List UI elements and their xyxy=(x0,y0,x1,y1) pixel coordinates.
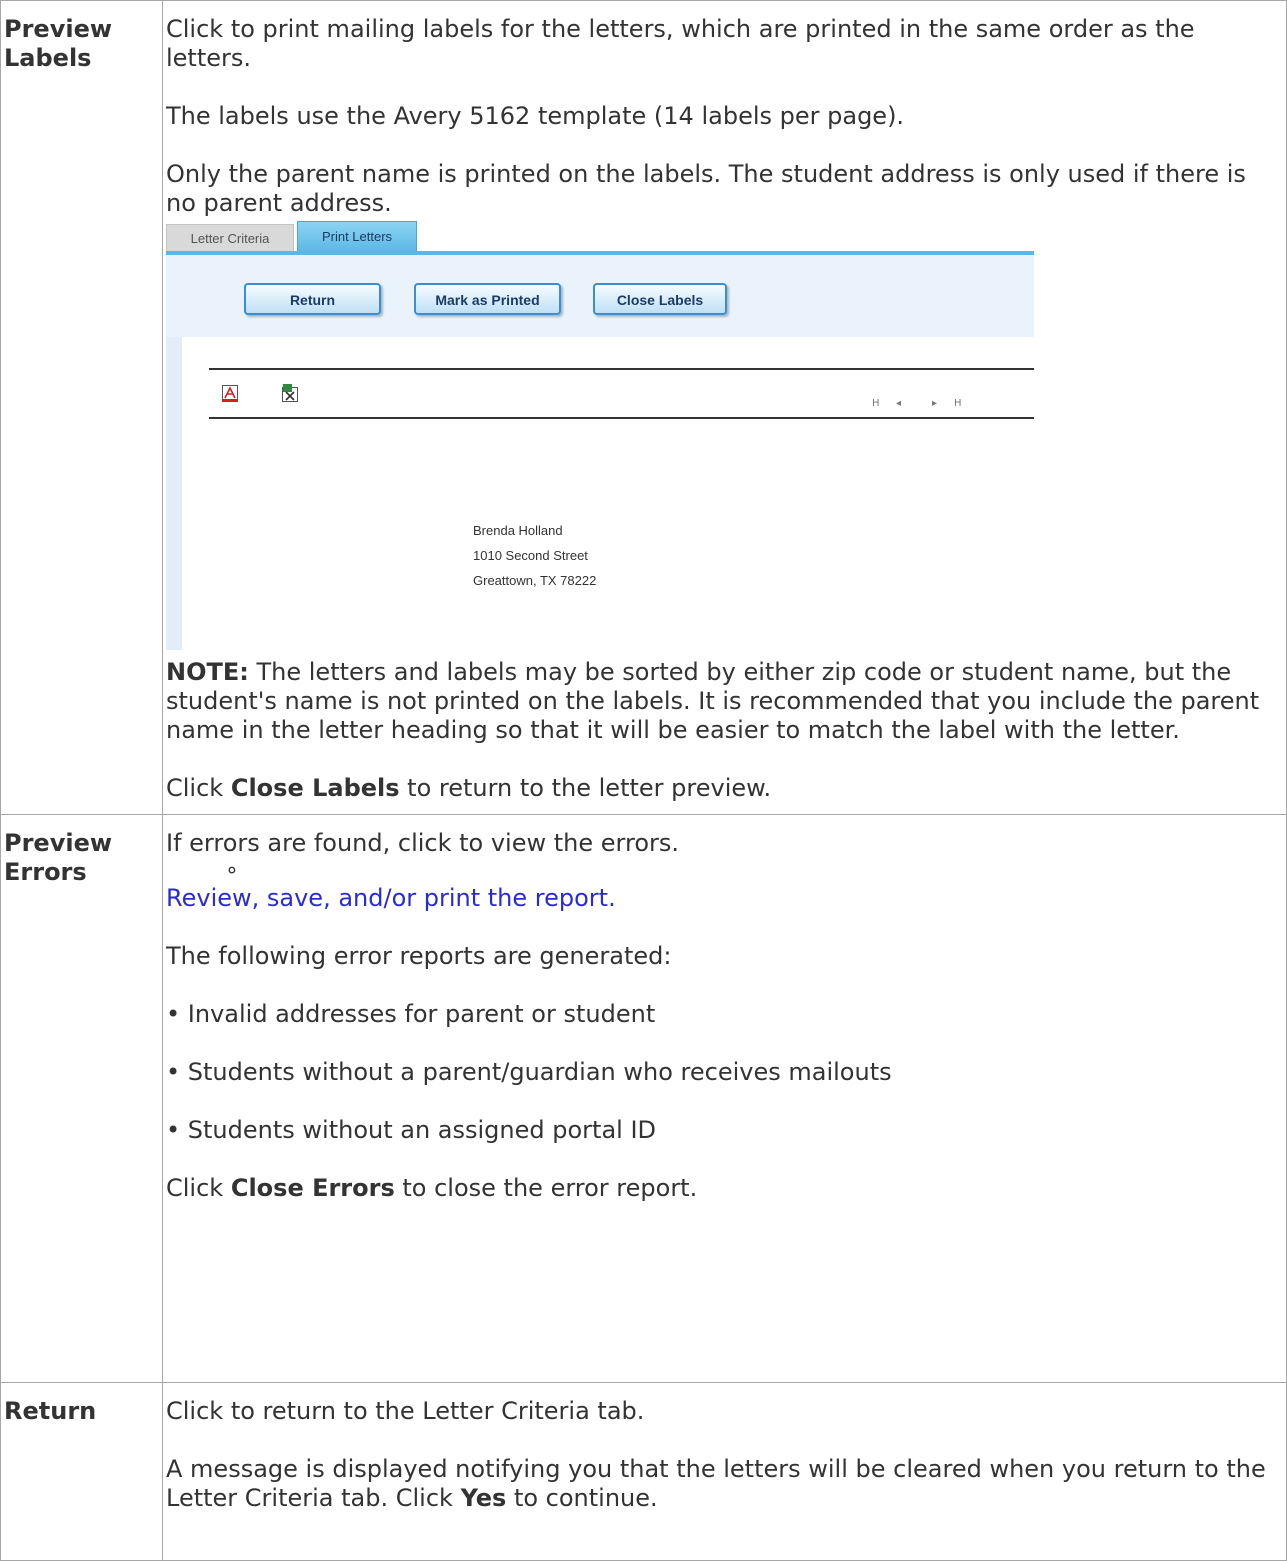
return-button[interactable]: Return xyxy=(244,283,381,315)
text: Click xyxy=(166,774,231,802)
text: to close the error report. xyxy=(394,1174,698,1202)
help-table: Preview Labels Click to print mailing la… xyxy=(0,0,1287,1561)
report-viewer: H ◂ ▸ H Brenda Holland 1010 Second Stree… xyxy=(182,337,1034,650)
description-return: Click to return to the Letter Criteria t… xyxy=(162,1382,1287,1561)
list-item: • Students without an assigned portal ID xyxy=(166,1116,657,1144)
prev-page-icon[interactable]: ◂ xyxy=(896,389,901,418)
emphasis: Close Labels xyxy=(230,774,400,802)
note-text: The letters and labels may be sorted by … xyxy=(166,658,1260,744)
link-text[interactable]: Review, save, and/or print the report. xyxy=(166,884,616,912)
paragraph: If errors are found, click to view the e… xyxy=(166,829,679,857)
excel-icon[interactable] xyxy=(282,384,298,402)
paragraph: Click to return to the Letter Criteria t… xyxy=(166,1397,645,1425)
text: Click xyxy=(166,1174,231,1202)
text: to return to the letter preview. xyxy=(399,774,772,802)
table-row: Preview Errors If errors are found, clic… xyxy=(0,814,1287,1383)
description-preview-labels: Click to print mailing labels for the le… xyxy=(162,0,1287,815)
text: A message is displayed notifying you tha… xyxy=(166,1455,1266,1512)
list-item: • Students without a parent/guardian who… xyxy=(166,1058,892,1086)
paragraph: The labels use the Avery 5162 template (… xyxy=(166,102,905,130)
circle-bullet: ∘ xyxy=(225,858,239,883)
description-preview-errors: If errors are found, click to view the e… xyxy=(162,814,1287,1383)
label-line: Greattown, TX 78222 xyxy=(473,573,597,588)
mailing-label: Brenda Holland 1010 Second Street Greatt… xyxy=(473,518,596,593)
paragraph: Click Close Errors to close the error re… xyxy=(166,1174,1282,1203)
text: to continue. xyxy=(506,1484,658,1512)
toolbar: Return Mark as Printed Close Labels xyxy=(166,255,1034,337)
label-line: Brenda Holland xyxy=(473,523,563,538)
note-paragraph: NOTE: The letters and labels may be sort… xyxy=(166,658,1282,745)
note-label: NOTE: xyxy=(166,658,249,686)
table-row: Return Click to return to the Letter Cri… xyxy=(0,1382,1287,1561)
label-line: 1010 Second Street xyxy=(473,548,588,563)
tab-print-letters[interactable]: Print Letters xyxy=(297,221,417,252)
divider xyxy=(209,368,1034,370)
emphasis: Yes xyxy=(460,1484,507,1512)
paragraph: The following error reports are generate… xyxy=(166,942,672,970)
paragraph: A message is displayed notifying you tha… xyxy=(166,1455,1282,1513)
first-page-icon[interactable]: H xyxy=(872,389,880,418)
emphasis: Close Errors xyxy=(230,1174,395,1202)
paragraph: Only the parent name is printed on the l… xyxy=(166,160,1246,217)
divider xyxy=(209,417,1034,419)
next-page-icon[interactable]: ▸ xyxy=(932,389,937,418)
paragraph: Click to print mailing labels for the le… xyxy=(166,15,1195,72)
table-row: Preview Labels Click to print mailing la… xyxy=(0,0,1287,815)
tab-letter-criteria[interactable]: Letter Criteria xyxy=(166,224,294,252)
report-link[interactable]: Review, save, and/or print the report. xyxy=(166,884,1282,913)
tab-bar: Letter Criteria Print Letters xyxy=(166,218,1034,252)
last-page-icon[interactable]: H xyxy=(954,389,962,418)
list-item: • Invalid addresses for parent or studen… xyxy=(166,1000,656,1028)
term-return: Return xyxy=(0,1382,163,1561)
print-letters-screenshot: Letter Criteria Print Letters Return Mar… xyxy=(166,218,1034,650)
left-panel xyxy=(166,337,182,650)
term-preview-errors: Preview Errors xyxy=(0,814,163,1383)
mark-as-printed-button[interactable]: Mark as Printed xyxy=(414,283,561,315)
term-preview-labels: Preview Labels xyxy=(0,0,163,815)
pdf-icon[interactable] xyxy=(222,385,238,402)
paragraph: Click Close Labels to return to the lett… xyxy=(166,774,1282,803)
close-labels-button[interactable]: Close Labels xyxy=(593,283,727,315)
